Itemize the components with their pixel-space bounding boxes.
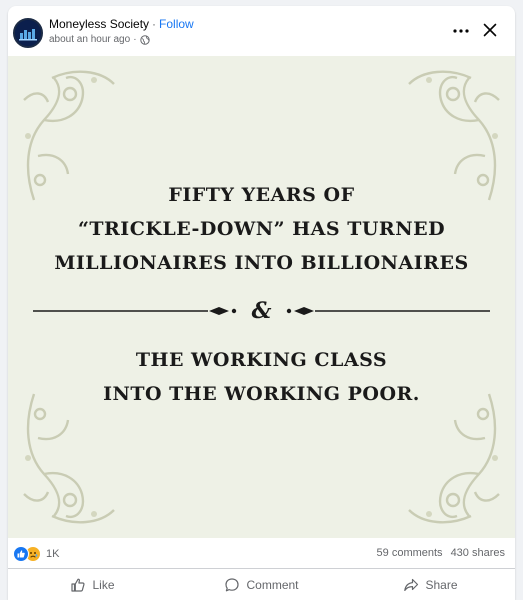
close-icon[interactable] <box>482 22 498 38</box>
image-text-line-4: THE WORKING CLASS <box>135 349 388 371</box>
thumbs-up-icon <box>71 578 86 592</box>
more-options-icon[interactable] <box>452 24 470 38</box>
image-text-line-1: FIFTY YEARS OF <box>168 184 355 206</box>
post-meta: about an hour ago · <box>49 34 150 45</box>
like-label: Like <box>92 578 115 592</box>
post-author-line: Moneyless Society · Follow <box>49 17 194 31</box>
comments-shares: 59 comments 430 shares <box>377 547 505 559</box>
post-image[interactable]: FIFTY YEARS OF “TRICKLE-DOWN” HAS TURNED… <box>8 56 515 538</box>
post-timestamp[interactable]: about an hour ago <box>49 34 130 45</box>
post-card: Moneyless Society · Follow about an hour a… <box>8 6 515 600</box>
comment-label: Comment <box>246 578 299 592</box>
corner-ornament-bottom-left <box>23 393 115 524</box>
corner-ornament-bottom-right <box>408 393 500 524</box>
reactions-summary[interactable]: 1K <box>13 546 59 562</box>
image-text-line-3: MILLIONAIRES INTO BILLIONAIRES <box>54 252 469 274</box>
page-avatar[interactable] <box>13 18 43 48</box>
share-icon <box>404 578 419 591</box>
follow-button[interactable]: Follow <box>159 17 194 31</box>
comment-icon <box>225 578 240 592</box>
like-icon <box>13 546 29 562</box>
comment-button[interactable]: Comment <box>177 569 346 600</box>
like-button[interactable]: Like <box>8 569 177 600</box>
post-stats: 1K 59 comments 430 shares <box>8 538 515 568</box>
image-text-line-2: “TRICKLE-DOWN” HAS TURNED <box>77 218 446 240</box>
share-button[interactable]: Share <box>346 569 515 600</box>
page-name-link[interactable]: Moneyless Society <box>49 17 149 31</box>
shares-count-link[interactable]: 430 shares <box>451 547 505 559</box>
share-label: Share <box>425 578 458 592</box>
image-text-line-5: INTO THE WORKING POOR. <box>103 383 420 405</box>
separator-dot: · <box>152 17 157 31</box>
meta-separator: · <box>133 34 137 45</box>
ampersand-ornament: & <box>251 298 272 324</box>
post-header: Moneyless Society · Follow about an hour a… <box>8 6 515 56</box>
reaction-count: 1K <box>46 548 60 560</box>
comments-count-link[interactable]: 59 comments <box>377 547 443 559</box>
post-action-bar: Like Comment Share <box>8 568 515 600</box>
globe-icon[interactable] <box>139 34 150 45</box>
